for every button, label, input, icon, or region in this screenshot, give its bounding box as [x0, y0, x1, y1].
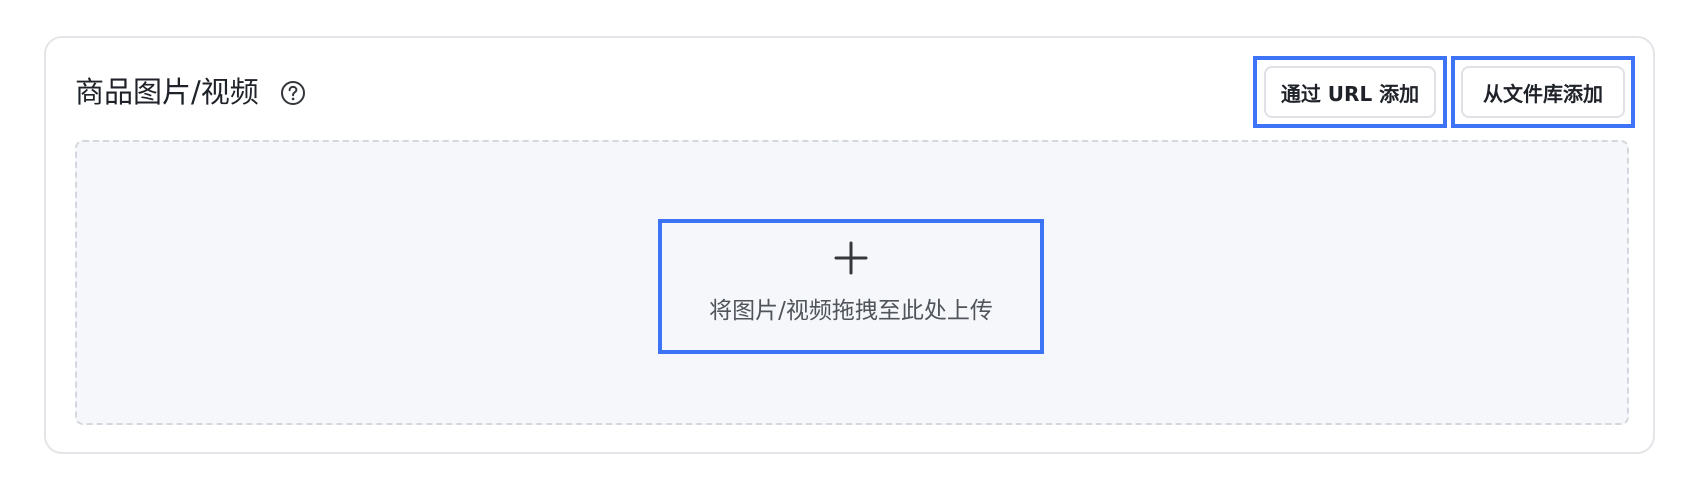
plus-icon[interactable] [834, 241, 868, 275]
question-circle-icon[interactable] [280, 80, 306, 106]
dropzone-hint-highlight [658, 219, 1044, 354]
add-by-url-button[interactable]: 通过 URL 添加 [1264, 66, 1436, 118]
add-from-library-button[interactable]: 从文件库添加 [1461, 66, 1625, 118]
dropzone-hint-text: 将图片/视频拖拽至此处上传 [709, 298, 993, 324]
section-title: 商品图片/视频 [75, 75, 259, 109]
